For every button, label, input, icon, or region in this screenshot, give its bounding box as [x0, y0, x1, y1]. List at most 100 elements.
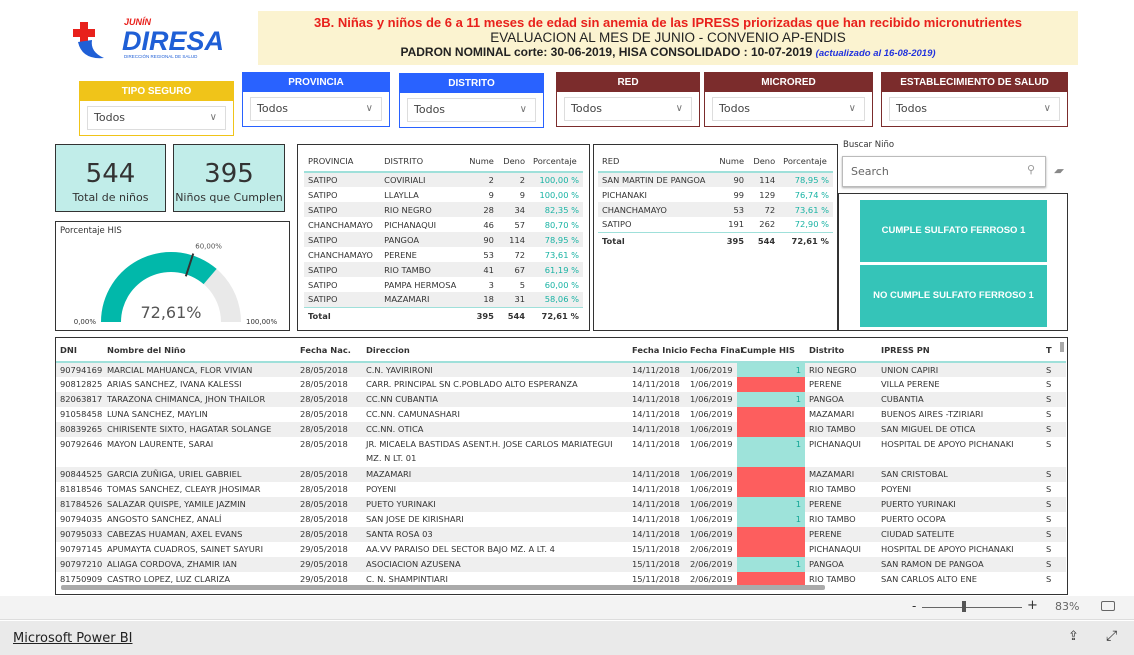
table-cell: 1: [737, 557, 805, 572]
table-cell: 2/06/2019: [686, 557, 737, 572]
table-row[interactable]: 90812825 ARIAS SANCHEZ, IVANA KALESSI 28/0…: [56, 377, 1066, 392]
zoom-in-button[interactable]: +: [1027, 598, 1038, 613]
table-cell: RIO NEGRO: [380, 202, 464, 217]
table-cell: 14/11/2018: [632, 409, 680, 419]
column-header[interactable]: DISTRITO: [380, 150, 464, 173]
fullscreen-icon[interactable]: ⤢: [1106, 628, 1117, 644]
table-row[interactable]: 81784526 SALAZAR QUISPE, YAMILE JAZMIN 28/…: [56, 497, 1066, 512]
column-header[interactable]: Fecha Nac.: [296, 338, 362, 363]
total-cell: Total: [598, 231, 715, 250]
table-cell: PICHANAQUI: [809, 544, 861, 554]
column-header[interactable]: Cumple HIS: [737, 338, 805, 363]
filter-dropdown[interactable]: Todos ∨: [87, 106, 226, 130]
column-header[interactable]: Nombre del Niño: [103, 338, 296, 363]
table-row[interactable]: PICHANAKI 99 129 76,74 %: [598, 187, 833, 202]
column-header[interactable]: Direccion: [362, 338, 628, 363]
table-row[interactable]: 90844525 GARCIA ZUÑIGA, URIEL GABRIEL 28/0…: [56, 467, 1066, 482]
dropdown-value: Todos: [94, 111, 126, 124]
column-header[interactable]: IPRESS PN: [877, 338, 1042, 363]
dropdown-value: Todos: [896, 102, 928, 115]
column-header[interactable]: Deno: [497, 150, 530, 173]
table-cell: 28: [463, 202, 498, 217]
filter-dropdown[interactable]: Todos ∨: [712, 97, 865, 121]
column-header[interactable]: Nume: [714, 150, 749, 173]
filter-dropdown[interactable]: Todos ∨: [407, 98, 536, 122]
column-header[interactable]: RED: [598, 150, 715, 173]
table-cell: MAZAMARI: [362, 467, 628, 482]
table-cell: SAN CRISTOBAL: [877, 467, 1042, 482]
table-cell: 1/06/2019: [690, 379, 733, 389]
table-row[interactable]: SATIPO RIO NEGRO 28 34 82,35 %: [304, 202, 583, 217]
column-header[interactable]: PROVINCIA: [304, 150, 381, 173]
table-row[interactable]: 91058458 LUNA SANCHEZ, MAYLIN 28/05/2018 CC…: [56, 407, 1066, 422]
table-cell: [737, 542, 805, 557]
filter-establecimiento-de-salud: ESTABLECIMIENTO DE SALUD Todos ∨: [881, 72, 1068, 127]
filter-dropdown[interactable]: Todos ∨: [564, 97, 692, 121]
column-header[interactable]: Deno: [748, 150, 780, 173]
column-header[interactable]: Nume: [463, 150, 498, 173]
table-row[interactable]: SATIPO 191 262 72,90 %: [598, 217, 833, 232]
vertical-scrollbar[interactable]: [1060, 342, 1064, 352]
column-header[interactable]: Fecha Final: [686, 338, 743, 363]
table-row[interactable]: 81818546 TOMAS SANCHEZ, CLEAYR JHOSIMAR 28…: [56, 482, 1066, 497]
column-header[interactable]: Fecha Inicio: [628, 338, 688, 363]
table-row[interactable]: 90794035 ANGOSTO SANCHEZ, ANALÍ 28/05/2018…: [56, 512, 1066, 527]
table-row[interactable]: SATIPO LLAYLLA 9 9 100,00 %: [304, 187, 583, 202]
table-row[interactable]: 90794169 MARCIAL MAHUANCA, FLOR VIVIAN 28/…: [56, 362, 1066, 377]
chevron-down-icon: ∨: [519, 104, 527, 115]
table-row[interactable]: SATIPO RIO TAMBO 41 67 61,19 %: [304, 262, 583, 277]
table-cell: SATIPO: [304, 262, 381, 277]
filter-dropdown[interactable]: Todos ∨: [250, 97, 382, 121]
table-row[interactable]: SATIPO PANGOA 90 114 78,95 %: [304, 232, 583, 247]
table-row[interactable]: 90795033 CABEZAS HUAMAN, AXEL EVANS 28/05/…: [56, 527, 1066, 542]
table-row[interactable]: SATIPO PAMPA HERMOSA 3 5 60,00 %: [304, 277, 583, 292]
filter-title: PROVINCIA: [243, 73, 389, 92]
table-cell: CUBANTIA: [877, 392, 1042, 407]
table-cell: SATIPO: [308, 189, 338, 200]
table-row[interactable]: CHANCHAMAYO 53 72 73,61 %: [598, 202, 833, 217]
column-header[interactable]: Distrito: [805, 338, 877, 363]
table-cell: 9: [519, 189, 526, 200]
table-row[interactable]: CHANCHAMAYO PICHANAQUI 46 57 80,70 %: [304, 217, 583, 232]
filter-title: MICRORED: [705, 73, 872, 92]
table-row[interactable]: 80839265 CHIRISENTE SIXTO, HAGATAR SOLANG…: [56, 422, 1066, 437]
zoom-out-button[interactable]: -: [912, 599, 916, 613]
fit-to-page-icon[interactable]: [1101, 601, 1115, 611]
cumple-sulfato-button[interactable]: CUMPLE SULFATO FERROSO 1: [860, 200, 1047, 262]
horizontal-scrollbar[interactable]: [61, 585, 825, 590]
zoom-slider-thumb[interactable]: [962, 601, 966, 612]
table-cell: CARR. PRINCIPAL SN C.POBLADO ALTO ESPERA…: [366, 379, 578, 389]
no-cumple-sulfato-button[interactable]: NO CUMPLE SULFATO FERROSO 1: [860, 265, 1047, 327]
share-icon[interactable]: ⇪: [1068, 629, 1079, 644]
column-header[interactable]: Porcentaje: [529, 150, 583, 173]
eraser-icon[interactable]: ▰: [1053, 164, 1066, 177]
table-cell: [737, 527, 805, 542]
table-row[interactable]: 82063817 TARAZONA CHIMANCA, JHON THAILOR 2…: [56, 392, 1066, 407]
table-cell: 28/05/2018: [300, 484, 348, 494]
total-row: Total 395 544 72,61 %: [598, 231, 833, 250]
table-cell: JR. MICAELA BASTIDAS ASENT.H. JOSE CARLO…: [366, 439, 613, 463]
zoom-bar: - + 83%: [0, 596, 1134, 620]
power-bi-link[interactable]: Microsoft Power BI: [13, 631, 132, 646]
search-input[interactable]: Search ⚲: [842, 156, 1046, 187]
table-row[interactable]: 90797210 ALIAGA CORDOVA, ZHAMIR IAN 29/05/…: [56, 557, 1066, 572]
table-row[interactable]: SAN MARTIN DE PANGOA 90 114 78,95 %: [598, 172, 833, 187]
table-cell: 191: [728, 219, 745, 230]
zoom-slider[interactable]: [922, 607, 1022, 608]
total-cell: 544: [497, 306, 530, 325]
table-row[interactable]: CHANCHAMAYO PERENE 53 72 73,61 %: [304, 247, 583, 262]
column-header[interactable]: DNI: [56, 338, 103, 363]
table-row[interactable]: SATIPO COVIRIALI 2 2 100,00 %: [304, 172, 583, 187]
table-cell: 1/06/2019: [686, 392, 737, 407]
table-row[interactable]: SATIPO MAZAMARI 18 31 58,06 %: [304, 292, 583, 307]
update-note: (actualizado al 16-08-2019): [815, 48, 936, 59]
table-cell: 91058458: [60, 409, 103, 419]
table-cell: 1/06/2019: [686, 527, 737, 542]
column-header[interactable]: Porcentaje: [779, 150, 833, 173]
table-row[interactable]: 90797145 APUMAYTA CUADROS, SAINET SAYURI 2…: [56, 542, 1066, 557]
card-label: Niños que Cumplen: [175, 191, 283, 204]
filter-dropdown[interactable]: Todos ∨: [889, 97, 1060, 121]
gauge-target-label: 60,00%: [195, 243, 222, 251]
table-row[interactable]: 90792646 MAYON LAURENTE, SARAI 28/05/2018 J…: [56, 437, 1066, 467]
table-cell: 28/05/2018: [296, 527, 362, 542]
